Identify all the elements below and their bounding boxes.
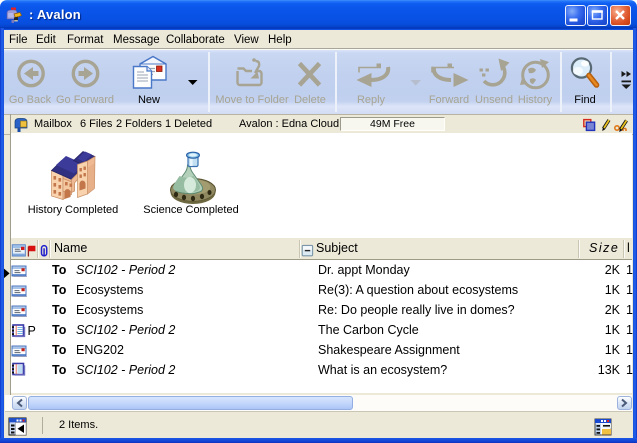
svg-text:P: P [28,324,36,338]
